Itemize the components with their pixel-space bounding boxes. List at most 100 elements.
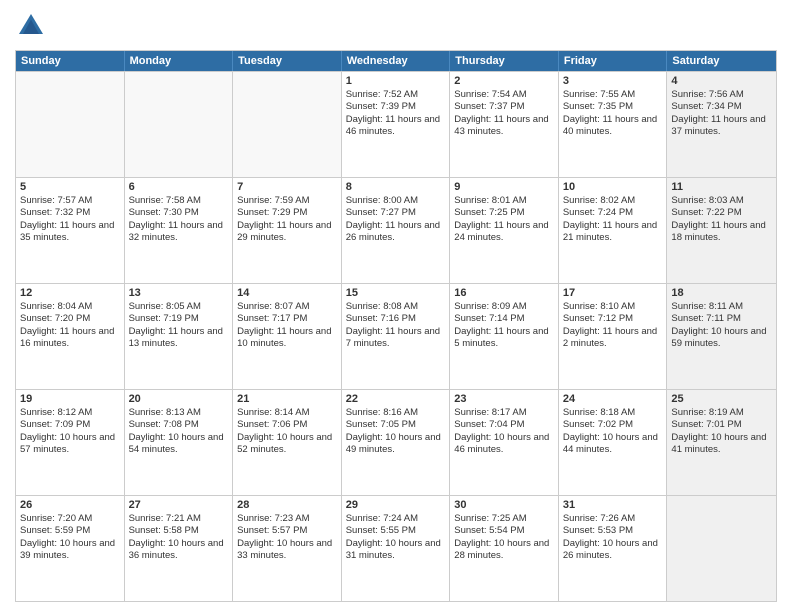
day-number: 7 [237, 181, 337, 193]
cal-cell-26: 26Sunrise: 7:20 AMSunset: 5:59 PMDayligh… [16, 496, 125, 601]
logo-icon [15, 10, 47, 42]
sunset-text: Sunset: 7:09 PM [20, 419, 120, 431]
cal-cell-19: 19Sunrise: 8:12 AMSunset: 7:09 PMDayligh… [16, 390, 125, 495]
day-number: 1 [346, 75, 446, 87]
sunset-text: Sunset: 5:57 PM [237, 525, 337, 537]
sunrise-text: Sunrise: 7:25 AM [454, 513, 554, 525]
sunset-text: Sunset: 7:17 PM [237, 313, 337, 325]
daylight-text: Daylight: 10 hours and 41 minutes. [671, 432, 772, 457]
day-number: 28 [237, 499, 337, 511]
sunset-text: Sunset: 7:20 PM [20, 313, 120, 325]
day-number: 5 [20, 181, 120, 193]
sunset-text: Sunset: 7:02 PM [563, 419, 663, 431]
day-number: 9 [454, 181, 554, 193]
header [15, 10, 777, 42]
sunset-text: Sunset: 7:06 PM [237, 419, 337, 431]
sunrise-text: Sunrise: 8:11 AM [671, 301, 772, 313]
sunrise-text: Sunrise: 8:14 AM [237, 407, 337, 419]
day-number: 10 [563, 181, 663, 193]
sunset-text: Sunset: 5:53 PM [563, 525, 663, 537]
cal-cell-13: 13Sunrise: 8:05 AMSunset: 7:19 PMDayligh… [125, 284, 234, 389]
sunrise-text: Sunrise: 8:08 AM [346, 301, 446, 313]
calendar-row-1: 5Sunrise: 7:57 AMSunset: 7:32 PMDaylight… [16, 177, 776, 283]
daylight-text: Daylight: 10 hours and 59 minutes. [671, 326, 772, 351]
header-day-monday: Monday [125, 51, 234, 71]
sunset-text: Sunset: 7:30 PM [129, 207, 229, 219]
sunset-text: Sunset: 5:58 PM [129, 525, 229, 537]
day-number: 22 [346, 393, 446, 405]
daylight-text: Daylight: 10 hours and 28 minutes. [454, 538, 554, 563]
sunset-text: Sunset: 7:01 PM [671, 419, 772, 431]
daylight-text: Daylight: 10 hours and 31 minutes. [346, 538, 446, 563]
cal-cell-15: 15Sunrise: 8:08 AMSunset: 7:16 PMDayligh… [342, 284, 451, 389]
daylight-text: Daylight: 11 hours and 16 minutes. [20, 326, 120, 351]
day-number: 11 [671, 181, 772, 193]
calendar-row-3: 19 Sunrise: 8:12 AMSunset: 7:09 PM Dayligh… [16, 389, 776, 495]
day-number: 19 [20, 393, 120, 405]
day-number: 16 [454, 287, 554, 299]
daylight-text: Daylight: 11 hours and 5 minutes. [454, 326, 554, 351]
logo [15, 10, 51, 42]
sunset-text: Sunset: 7:39 PM [346, 101, 446, 113]
sunrise-text: Sunrise: 8:10 AM [563, 301, 663, 313]
day-number: 29 [346, 499, 446, 511]
day-number: 18 [671, 287, 772, 299]
day-number: 12 [20, 287, 120, 299]
cal-cell-empty-4-6 [667, 496, 776, 601]
day-number: 13 [129, 287, 229, 299]
day-number: 3 [563, 75, 663, 87]
sunset-text: Sunset: 5:54 PM [454, 525, 554, 537]
sunset-text: Sunset: 7:32 PM [20, 207, 120, 219]
day-number: 31 [563, 499, 663, 511]
day-number: 2 [454, 75, 554, 87]
cal-cell-empty-0-1 [125, 72, 234, 177]
daylight-text: Daylight: 11 hours and 24 minutes. [454, 220, 554, 245]
cal-cell-2: 2Sunrise: 7:54 AMSunset: 7:37 PMDaylight… [450, 72, 559, 177]
day-number: 20 [129, 393, 229, 405]
daylight-text: Daylight: 11 hours and 43 minutes. [454, 114, 554, 139]
daylight-text: Daylight: 10 hours and 52 minutes. [237, 432, 337, 457]
cal-cell-7: 7Sunrise: 7:59 AMSunset: 7:29 PMDaylight… [233, 178, 342, 283]
daylight-text: Daylight: 11 hours and 10 minutes. [237, 326, 337, 351]
header-day-tuesday: Tuesday [233, 51, 342, 71]
cal-cell-22: 22Sunrise: 8:16 AMSunset: 7:05 PMDayligh… [342, 390, 451, 495]
daylight-text: Daylight: 11 hours and 18 minutes. [671, 220, 772, 245]
day-number: 14 [237, 287, 337, 299]
cal-cell-24: 24Sunrise: 8:18 AMSunset: 7:02 PMDayligh… [559, 390, 668, 495]
cal-cell-21: 21Sunrise: 8:14 AMSunset: 7:06 PMDayligh… [233, 390, 342, 495]
cal-cell-29: 29Sunrise: 7:24 AMSunset: 5:55 PMDayligh… [342, 496, 451, 601]
daylight-text: Daylight: 11 hours and 21 minutes. [563, 220, 663, 245]
sunrise-text: Sunrise: 8:07 AM [237, 301, 337, 313]
cal-cell-6: 6Sunrise: 7:58 AMSunset: 7:30 PMDaylight… [125, 178, 234, 283]
calendar-body: 1Sunrise: 7:52 AMSunset: 7:39 PMDaylight… [16, 71, 776, 601]
sunset-text: Sunset: 7:37 PM [454, 101, 554, 113]
header-day-friday: Friday [559, 51, 668, 71]
sunrise-text: Sunrise: 8:05 AM [129, 301, 229, 313]
header-day-sunday: Sunday [16, 51, 125, 71]
cal-cell-12: 12Sunrise: 8:04 AMSunset: 7:20 PMDayligh… [16, 284, 125, 389]
cal-cell-11: 11Sunrise: 8:03 AMSunset: 7:22 PMDayligh… [667, 178, 776, 283]
sunrise-text: Sunrise: 8:17 AM [454, 407, 554, 419]
sunrise-text: Sunrise: 8:00 AM [346, 195, 446, 207]
calendar-row-4: 26Sunrise: 7:20 AMSunset: 5:59 PMDayligh… [16, 495, 776, 601]
sunset-text: Sunset: 7:08 PM [129, 419, 229, 431]
cal-cell-31: 31Sunrise: 7:26 AMSunset: 5:53 PMDayligh… [559, 496, 668, 601]
daylight-text: Daylight: 10 hours and 36 minutes. [129, 538, 229, 563]
sunrise-text: Sunrise: 7:56 AM [671, 89, 772, 101]
sunset-text: Sunset: 7:27 PM [346, 207, 446, 219]
sunrise-text: Sunrise: 7:57 AM [20, 195, 120, 207]
sunrise-text: Sunrise: 7:55 AM [563, 89, 663, 101]
sunrise-text: Sunrise: 7:23 AM [237, 513, 337, 525]
day-number: 23 [454, 393, 554, 405]
cal-cell-4: 4Sunrise: 7:56 AMSunset: 7:34 PMDaylight… [667, 72, 776, 177]
sunset-text: Sunset: 5:59 PM [20, 525, 120, 537]
daylight-text: Daylight: 11 hours and 7 minutes. [346, 326, 446, 351]
daylight-text: Daylight: 11 hours and 35 minutes. [20, 220, 120, 245]
daylight-text: Daylight: 11 hours and 46 minutes. [346, 114, 446, 139]
header-day-saturday: Saturday [667, 51, 776, 71]
sunset-text: Sunset: 7:35 PM [563, 101, 663, 113]
cal-cell-27: 27Sunrise: 7:21 AMSunset: 5:58 PMDayligh… [125, 496, 234, 601]
sunrise-text: Sunrise: 8:12 AM [20, 407, 120, 419]
cal-cell-10: 10Sunrise: 8:02 AMSunset: 7:24 PMDayligh… [559, 178, 668, 283]
sunset-text: Sunset: 7:12 PM [563, 313, 663, 325]
